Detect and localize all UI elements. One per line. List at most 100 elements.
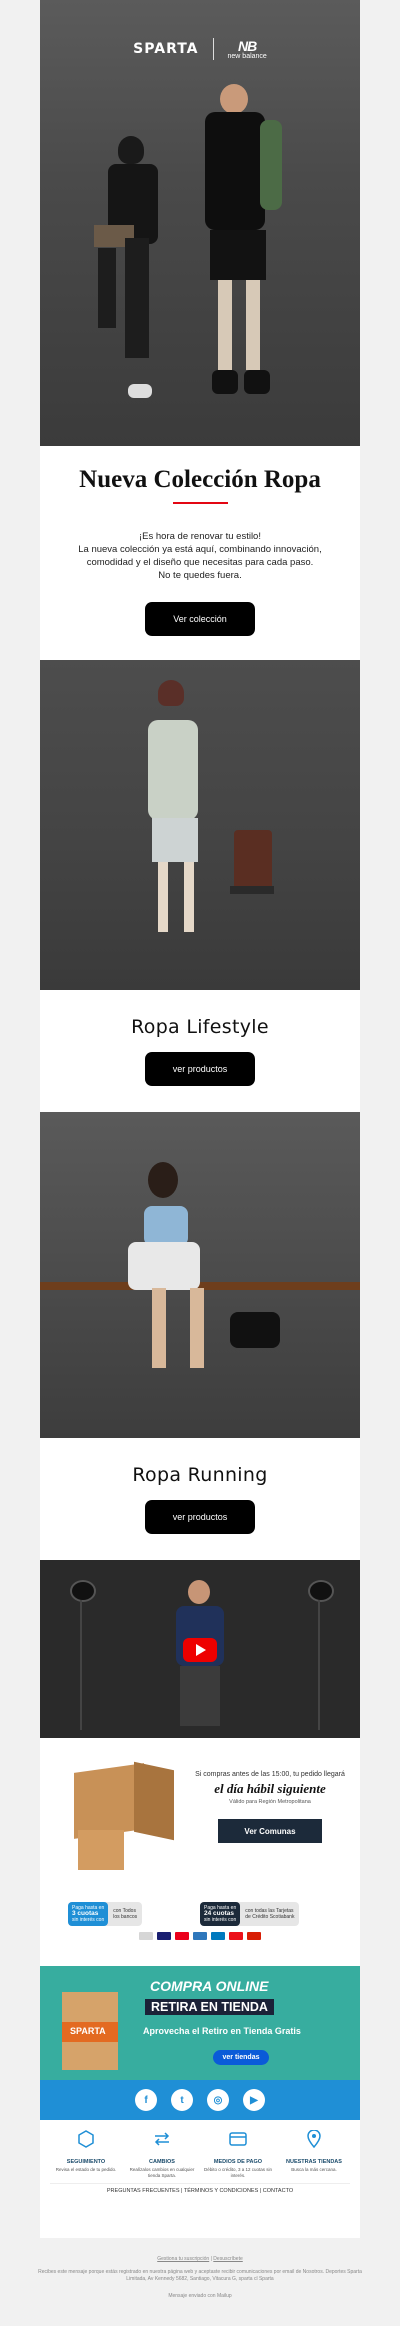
brand-header: SPARTA NB new balance — [40, 38, 360, 60]
model-shoe — [244, 370, 270, 394]
pickup-line2: RETIRA EN TIENDA — [145, 1999, 274, 2015]
hero-section: Nueva Colección Ropa ¡Es hora de renovar… — [40, 466, 360, 660]
model-leg — [246, 280, 260, 370]
amex-icon — [193, 1932, 207, 1940]
footer-links[interactable]: PREGUNTAS FRECUENTES | TÉRMINOS Y CONDIC… — [50, 2183, 350, 2198]
sent-with-text: Mensaje enviado con Mailup — [168, 2293, 232, 2299]
delivery-note: Si compras antes de las 15:00, tu pedido… — [195, 1771, 345, 1778]
subscription-links: Gestiona tu suscripción | Desuscríbete — [30, 2256, 370, 2263]
box-icon — [78, 1830, 124, 1870]
hero-line: No te quedes fuera. — [158, 570, 242, 581]
hero-title: Nueva Colección Ropa — [79, 466, 321, 493]
installments-banks: con Todos los bancos — [108, 1908, 142, 1920]
video-thumbnail[interactable] — [40, 1560, 360, 1738]
model-jacket — [148, 720, 198, 820]
hero-line: ¡Es hora de renovar tu estilo! — [139, 531, 261, 542]
redcompra-icon — [247, 1932, 261, 1940]
running-image[interactable] — [40, 1112, 360, 1438]
running-title: Ropa Running — [132, 1464, 268, 1486]
feature-title: SEGUIMIENTO — [66, 2159, 106, 2165]
hero-text: ¡Es hora de renovar tu estilo! La nueva … — [60, 530, 340, 582]
light-stand — [318, 1600, 320, 1730]
feature-exchanges[interactable]: CAMBIOS Realízalos cambios en cualquier … — [127, 2130, 197, 2179]
chair-back — [234, 830, 272, 890]
studio-light — [308, 1580, 334, 1602]
play-icon[interactable] — [183, 1638, 217, 1662]
delivery-region: Válido para Región Metropolitana — [229, 1799, 311, 1805]
installments-offer: Paga hasta en 24 cuotas sin interés con — [200, 1902, 241, 1926]
hero-image[interactable]: SPARTA NB new balance — [40, 0, 360, 446]
installments-banks: con todas las Tarjetas de Crédito Scotia… — [240, 1908, 299, 1920]
facebook-icon[interactable]: f — [135, 2089, 157, 2111]
running-section: Ropa Running ver productos — [40, 1464, 360, 1560]
manage-subscription-link[interactable]: Gestiona tu suscripción — [157, 2256, 209, 2262]
view-collection-button[interactable]: Ver colección — [145, 602, 255, 636]
model-sleeve — [260, 120, 282, 210]
model-leg — [152, 1288, 166, 1368]
webpay-icon — [139, 1932, 153, 1940]
view-stores-button[interactable]: ver tiendas — [213, 2050, 269, 2065]
youtube-icon[interactable]: ▶ — [243, 2089, 265, 2111]
light-stand — [80, 1600, 82, 1730]
feature-desc: Busca la más cercana. — [291, 2167, 337, 2172]
new-balance-logo: NB new balance — [228, 39, 267, 60]
feature-title: MEDIOS DE PAGO — [213, 2159, 263, 2165]
model-leg — [218, 280, 232, 370]
chip-text: los bancos — [113, 1914, 138, 1920]
pickup-banner[interactable]: SPARTA COMPRA ONLINE RETIRA EN TIENDA Ap… — [40, 1966, 360, 2080]
twitter-icon[interactable]: t — [171, 2089, 193, 2111]
box-icon — [134, 1761, 174, 1841]
model-shoe — [128, 384, 152, 398]
view-communes-button[interactable]: Ver Comunas — [218, 1819, 322, 1843]
installments-offer: Paga hasta en 3 cuotas sin interés con — [68, 1902, 109, 1926]
model-leg — [125, 238, 149, 358]
feature-stores[interactable]: NUESTRAS TIENDAS Busca la más cercana. — [279, 2129, 349, 2179]
instagram-icon[interactable]: ◎ — [207, 2089, 229, 2111]
visa-icon — [157, 1932, 171, 1940]
gym-bag — [230, 1312, 280, 1348]
feature-tracking[interactable]: SEGUIMIENTO Revisa el estado de tu pedid… — [51, 2130, 121, 2179]
installments-chip: Paga hasta en 24 cuotas sin interés con … — [200, 1902, 300, 1926]
chip-text: sin interés con — [204, 1917, 237, 1923]
chip-text: sin interés con — [72, 1917, 105, 1923]
shipping-section: Si compras antes de las 15:00, tu pedido… — [40, 1738, 360, 1902]
next-day-delivery: Si compras antes de las 15:00, tu pedido… — [190, 1770, 350, 1843]
legal-text: Recibes este mensaje porque estás regist… — [38, 2269, 362, 2282]
model-pants — [180, 1666, 220, 1726]
credit-card-icon — [229, 2132, 247, 2146]
feature-payment[interactable]: MEDIOS DE PAGO Débito o crédito, 3 a 12 … — [203, 2130, 273, 2179]
model-shorts — [152, 818, 198, 862]
feature-desc: Revisa el estado de tu pedido. — [55, 2167, 117, 2172]
view-lifestyle-products-button[interactable]: ver productos — [145, 1052, 255, 1086]
model-head — [148, 1162, 178, 1198]
unsubscribe-link[interactable]: Desuscríbete — [213, 2256, 242, 2262]
scotiabank-icon — [229, 1932, 243, 1940]
model-head — [188, 1580, 210, 1604]
card-logos — [40, 1932, 360, 1940]
diners-icon — [211, 1932, 225, 1940]
hero-line: La nueva colección ya está aquí, combina… — [78, 544, 322, 555]
feature-desc: Débito o crédito, 3 a 12 cuotas sin inte… — [203, 2167, 273, 2178]
hero-line: comodidad y el diseño que necesitas para… — [86, 557, 314, 568]
lifestyle-section: Ropa Lifestyle ver productos — [40, 1016, 360, 1112]
exchange-icon — [154, 2132, 170, 2146]
studio-light — [70, 1580, 96, 1602]
mastercard-icon — [175, 1932, 189, 1940]
logo-divider — [212, 38, 214, 60]
model-jacket — [128, 1242, 200, 1290]
feature-title: CAMBIOS — [149, 2159, 175, 2165]
model-leg — [190, 1288, 204, 1368]
chip-text: de Crédito Scotiabank — [245, 1914, 295, 1920]
lifestyle-title: Ropa Lifestyle — [131, 1016, 269, 1038]
payment-options: Paga hasta en 3 cuotas sin interés con c… — [40, 1902, 360, 1966]
chair-seat — [230, 886, 274, 894]
pickup-line1: COMPRA ONLINE — [150, 1978, 269, 1994]
model-leg — [158, 862, 168, 932]
title-underline — [172, 502, 228, 504]
model-cap — [158, 680, 184, 706]
lifestyle-image[interactable] — [40, 660, 360, 990]
view-running-products-button[interactable]: ver productos — [145, 1500, 255, 1534]
model-shoe — [212, 370, 238, 394]
delivery-headline: el día hábil siguiente — [214, 1781, 326, 1796]
map-pin-icon — [307, 2129, 321, 2149]
